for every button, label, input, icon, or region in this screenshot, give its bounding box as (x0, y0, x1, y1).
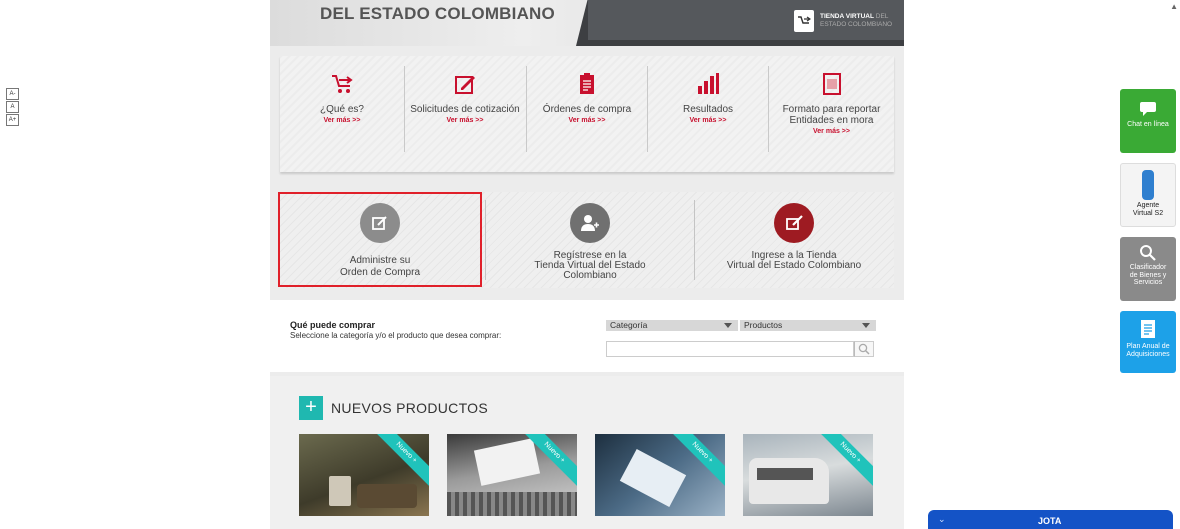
products-select[interactable]: Productos (740, 320, 876, 331)
document-icon (1140, 319, 1156, 339)
menu-label: Formato para reportar Entidades en mora (769, 104, 894, 126)
search-button[interactable] (854, 341, 874, 357)
plan-line2: Adquisiciones (1126, 350, 1170, 358)
menu-item-cotizacion[interactable]: Solicitudes de cotización Ver más >> (405, 56, 525, 172)
product-thumb-2[interactable]: Nuevo + (447, 434, 577, 516)
ver-mas-link[interactable]: Ver más >> (405, 117, 525, 124)
search-input[interactable] (606, 341, 854, 357)
font-increase-button[interactable]: A+ (6, 114, 19, 126)
virtual-agent-button[interactable]: Agente Virtual S2 (1120, 163, 1176, 227)
user-add-icon (570, 203, 610, 243)
agent-line2: Virtual S2 (1132, 209, 1164, 217)
divider (485, 200, 486, 280)
menu-label: Solicitudes de cotización (410, 104, 520, 115)
cart-arrow-icon (330, 72, 354, 96)
registrese-tile[interactable]: Regístrese en la Tienda Virtual del Esta… (490, 192, 690, 288)
search-icon (1139, 244, 1157, 262)
info-menu: ¿Qué es? Ver más >> Solicitudes de cotiz… (280, 56, 894, 172)
plan-anual-button[interactable]: Plan Anual de Adquisiciones (1120, 311, 1176, 373)
new-badge: Nuevo + (369, 434, 429, 490)
menu-item-resultados[interactable]: Resultados Ver más >> (648, 56, 768, 172)
font-decrease-button[interactable]: A- (6, 88, 19, 100)
tienda-virtual-logo[interactable]: TIENDA VIRTUAL DEL ESTADO COLOMBIANO (794, 10, 892, 32)
new-products-title: NUEVOS PRODUCTOS (331, 400, 489, 416)
plus-icon[interactable]: + (299, 396, 323, 420)
plan-line1: Plan Anual de (1126, 343, 1170, 350)
bar-chart-icon (696, 72, 720, 96)
scroll-up-arrow-icon[interactable]: ▲ (1170, 2, 1178, 11)
buy-search-section: Qué puede comprar Seleccione la categorí… (270, 300, 904, 372)
ver-mas-link[interactable]: Ver más >> (769, 128, 894, 135)
chevron-down-icon[interactable]: ⌄ (938, 514, 946, 525)
chat-label: Chat en línea (1127, 121, 1169, 128)
menu-item-que-es[interactable]: ¿Qué es? Ver más >> (280, 56, 404, 172)
classifier-line2: de Bienes y (1129, 271, 1167, 279)
ver-mas-link[interactable]: Ver más >> (527, 117, 647, 124)
buy-subtitle: Seleccione la categoría y/o el producto … (290, 331, 502, 340)
classifier-line3: Servicios (1133, 279, 1163, 286)
new-products-section: + NUEVOS PRODUCTOS Nuevo + Nuevo + Nuevo… (270, 376, 904, 529)
buy-title: Qué puede comprar (290, 320, 376, 330)
robot-icon (1142, 170, 1154, 200)
font-size-tools: A- A A+ (6, 88, 19, 127)
category-select-value: Categoría (610, 320, 648, 330)
menu-label: Órdenes de compra (542, 104, 632, 115)
hero-banner: DEL ESTADO COLOMBIANO TIENDA VIRTUAL DEL… (270, 0, 904, 46)
action-line2: Virtual del Estado Colombiano (726, 260, 862, 271)
products-select-value: Productos (744, 320, 783, 330)
chevron-down-icon (862, 323, 870, 328)
logo-line2: ESTADO COLOMBIANO (820, 21, 893, 28)
chat-icon (1139, 101, 1157, 117)
main-page: DEL ESTADO COLOMBIANO TIENDA VIRTUAL DEL… (270, 0, 904, 529)
highlight-frame (278, 192, 482, 287)
menu-label: Resultados (682, 104, 734, 115)
classifier-button[interactable]: Clasificador de Bienes y Servicios (1120, 237, 1176, 301)
banner-title: DEL ESTADO COLOMBIANO (320, 4, 555, 23)
cart-logo-icon (794, 10, 814, 32)
document-icon (820, 72, 844, 96)
menu-label: ¿Qué es? (320, 104, 364, 115)
cart-pen-icon (774, 203, 814, 243)
menu-label-line1: Formato para reportar (782, 104, 881, 115)
classifier-line1: Clasificador (1129, 264, 1167, 271)
search-icon (858, 343, 870, 355)
chevron-down-icon (724, 323, 732, 328)
action-line3: Colombiano (563, 270, 617, 281)
category-select[interactable]: Categoría (606, 320, 738, 331)
ingrese-tienda-tile[interactable]: Ingrese a la Tienda Virtual del Estado C… (694, 192, 894, 288)
jota-label: JOTA (1038, 516, 1062, 526)
product-thumb-1[interactable]: Nuevo + (299, 434, 429, 516)
agent-line1: Agente (1136, 202, 1160, 209)
product-thumb-3[interactable]: Nuevo + (595, 434, 725, 516)
clipboard-icon (575, 72, 599, 96)
jota-chat-bar[interactable]: ⌄ JOTA (928, 510, 1173, 529)
menu-label-line2: Entidades en mora (789, 115, 874, 126)
menu-item-ordenes[interactable]: Órdenes de compra Ver más >> (527, 56, 647, 172)
font-reset-button[interactable]: A (6, 101, 19, 113)
ver-mas-link[interactable]: Ver más >> (280, 117, 404, 124)
ver-mas-link[interactable]: Ver más >> (648, 117, 768, 124)
menu-item-formato[interactable]: Formato para reportar Entidades en mora … (769, 56, 894, 172)
logo-line1-suffix: DEL (875, 13, 889, 20)
chat-button[interactable]: Chat en línea (1120, 89, 1176, 153)
product-thumb-4[interactable]: Nuevo + (743, 434, 873, 516)
form-pen-icon (453, 72, 477, 96)
logo-line1: TIENDA VIRTUAL (820, 13, 874, 20)
